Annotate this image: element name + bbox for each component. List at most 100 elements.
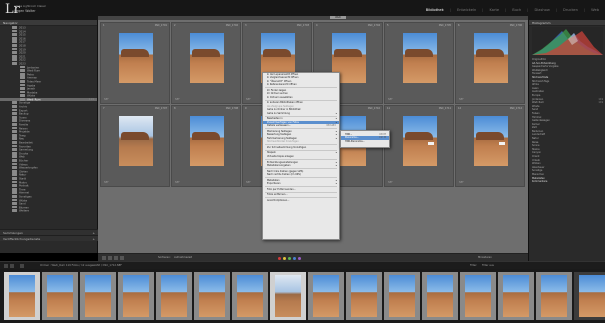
loupe-view-button[interactable] — [108, 256, 112, 260]
cell-metadata: 5 DSC_1705 — [387, 24, 451, 27]
submenu-item[interactable]: HDR-Panorama... — [341, 140, 389, 143]
grid-cell[interactable]: 8 DSC_1708 NEF — [171, 105, 241, 187]
filmstrip-thumbnail[interactable] — [536, 272, 572, 320]
photo-thumbnail[interactable] — [190, 116, 224, 166]
folder-icon — [12, 40, 17, 44]
menu-item[interactable]: Zur Schnellsammlung hinzufügen — [263, 146, 339, 149]
filmstrip-thumbnail[interactable] — [384, 272, 420, 320]
grid-cell[interactable]: 7 DSC_1707 NEF — [100, 105, 170, 187]
color-label-4[interactable] — [298, 256, 301, 260]
left-panel-section[interactable]: Veröffentlichungsdienste + — [0, 235, 98, 241]
submenu-arrow-icon: ▸ — [335, 111, 337, 115]
menu-item-label: Zur Schnellsammlung hinzufügen — [267, 145, 307, 149]
menu-item[interactable]: Gehe zu Sammlung ▸ — [263, 112, 339, 115]
filmstrip-source-info[interactable]: Ordner : Wadi_Rum 119 Fotos / 12 ausgewä… — [40, 264, 122, 267]
photo-thumbnail[interactable] — [119, 33, 153, 83]
photo-thumbnail[interactable] — [403, 116, 437, 166]
keyword-row[interactable]: Kommentare — [529, 180, 605, 184]
cell-extension: NEF — [175, 181, 180, 184]
grid-view-small-button[interactable] — [20, 264, 24, 268]
cell-filename: DSC_1708 — [225, 107, 238, 110]
cell-index: 4 — [316, 24, 318, 27]
photo-thumbnail[interactable] — [119, 116, 153, 166]
cell-extension: NEF — [104, 181, 109, 184]
module-diashow[interactable]: Diashow — [535, 8, 550, 12]
grid-view-button[interactable] — [102, 256, 106, 260]
grid-cell[interactable]: 5 DSC_1705 NEF — [384, 22, 454, 104]
folder-icon — [12, 47, 17, 51]
filmstrip-photo — [427, 275, 453, 317]
grid-cell[interactable]: 6 DSC_1706 NEF — [455, 22, 525, 104]
filmstrip-thumbnail[interactable] — [422, 272, 458, 320]
menu-item[interactable]: Ansicht-Optionen... — [263, 199, 339, 202]
keyword-label: Canyon — [532, 151, 542, 155]
filmstrip-thumbnail[interactable] — [232, 272, 268, 320]
compare-view-button[interactable] — [114, 256, 118, 260]
keyword-label: Wüste — [532, 104, 540, 108]
primary-window-button[interactable] — [4, 264, 8, 268]
folder-name: Bearbeitet — [19, 141, 33, 145]
photo-thumbnail[interactable] — [190, 33, 224, 83]
filter-select[interactable]: Filter aus — [482, 264, 494, 267]
menu-item[interactable]: Nach rechts drehen (im UZS) — [263, 173, 339, 176]
filmstrip-thumbnail[interactable] — [308, 272, 344, 320]
grid-cell[interactable]: 11 DSC_1711 NEF — [384, 105, 454, 187]
cell-index: 5 — [387, 24, 389, 27]
secondary-window-button[interactable] — [10, 264, 14, 268]
grid-cell[interactable]: 2 DSC_1702 NEF — [171, 22, 241, 104]
filmstrip-thumbnail[interactable] — [42, 272, 78, 320]
photo-thumbnail[interactable] — [474, 116, 508, 166]
folder-icon — [12, 105, 17, 108]
menu-item-label: In Ordnern auswählen — [267, 95, 293, 99]
menu-item[interactable]: Details verbessern... Ctrl Alt I — [263, 124, 339, 127]
module-drucken[interactable]: Drucken — [563, 8, 578, 12]
grid-cell[interactable]: 1 DSC_1701 NEF — [100, 22, 170, 104]
menu-item[interactable]: In Ordnern auswählen — [263, 96, 339, 99]
menu-item[interactable]: Virtuelle Kopie anlegen — [263, 155, 339, 158]
filmstrip-thumbnail[interactable] — [80, 272, 116, 320]
folder-tree: 2013 2014 2015 2016 2017 2018 2019 2020 2021 2022… — [0, 26, 97, 213]
filmstrip-thumbnail[interactable] — [460, 272, 496, 320]
module-bibliothek[interactable]: Bibliothek — [426, 8, 444, 12]
filmstrip-thumbnail[interactable] — [118, 272, 154, 320]
menu-item[interactable]: Metadatenvorgaben ▸ — [263, 164, 339, 167]
menu-item[interactable]: In Referenzansicht öffnen — [263, 83, 339, 86]
folder-icon — [12, 101, 17, 105]
folder-icon — [12, 123, 17, 126]
histogram-panel-header[interactable]: Histogramm — [529, 20, 605, 26]
folder-icon — [12, 166, 17, 169]
cell-metadata: 4 DSC_1704 — [316, 24, 380, 27]
filmstrip-thumbnail[interactable] — [156, 272, 192, 320]
filmstrip-thumbnail[interactable] — [346, 272, 382, 320]
grid-cell[interactable]: 12 DSC_1712 NEF — [455, 105, 525, 187]
filmstrip-thumbnail[interactable] — [270, 272, 306, 320]
menu-item[interactable]: Foto per E-Mail senden... — [263, 188, 339, 191]
color-label-0[interactable] — [278, 256, 281, 260]
folder-row[interactable]: Weitere — [0, 209, 97, 213]
survey-view-button[interactable] — [120, 256, 124, 260]
filmstrip-thumbnail[interactable] — [498, 272, 534, 320]
module-karte[interactable]: Karte — [489, 8, 499, 12]
module-buch[interactable]: Buch — [512, 8, 521, 12]
color-label-1[interactable] — [283, 256, 286, 260]
photo-thumbnail[interactable] — [474, 33, 508, 83]
menu-item[interactable]: Exportieren ▸ — [263, 182, 339, 185]
module-entwickeln[interactable]: Entwickeln — [457, 8, 476, 12]
sort-select[interactable]: Aufnahmezeit — [174, 256, 192, 259]
module-separator: | — [527, 8, 529, 12]
keyword-label: Wolken — [532, 162, 541, 166]
cell-index: 1 — [103, 24, 105, 27]
rock-formation — [476, 49, 504, 57]
left-panel-bottom: Sammlungen + Veröffentlichungsdienste + — [0, 229, 98, 242]
color-label-3[interactable] — [293, 256, 296, 260]
cell-metadata: 3 DSC_1703 — [245, 24, 309, 27]
jeep — [499, 142, 505, 145]
filmstrip-thumbnail[interactable] — [574, 272, 605, 320]
color-label-2[interactable] — [288, 256, 291, 260]
menu-item[interactable]: Fotos entfernen... — [263, 193, 339, 196]
filmstrip-thumbnail[interactable] — [4, 272, 40, 320]
module-web[interactable]: Web — [591, 8, 599, 12]
keyword-label: Australien — [532, 90, 545, 94]
photo-thumbnail[interactable] — [403, 33, 437, 83]
filmstrip-thumbnail[interactable] — [194, 272, 230, 320]
